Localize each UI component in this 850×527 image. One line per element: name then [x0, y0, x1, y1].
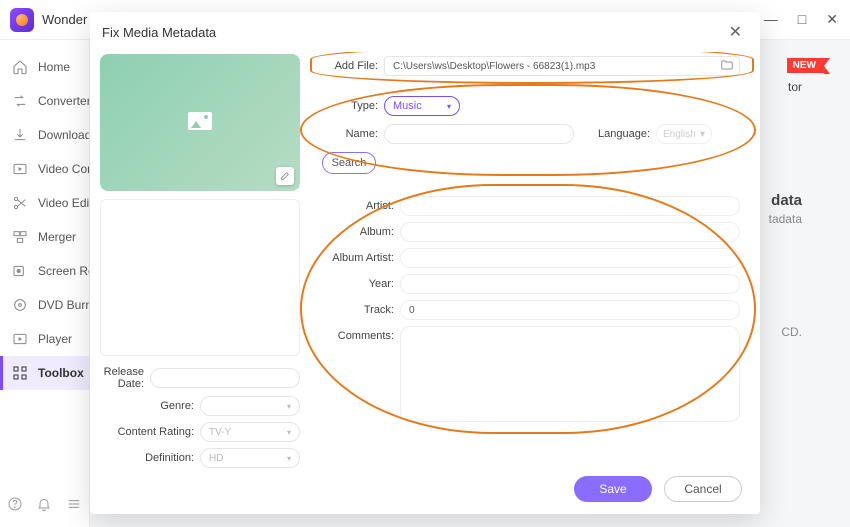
menu-icon[interactable]: [66, 496, 82, 517]
release-date-input[interactable]: [150, 368, 300, 388]
year-input[interactable]: [400, 274, 740, 294]
sidebar-item-label: Player: [38, 332, 72, 346]
release-date-label: Release Date:: [100, 366, 144, 390]
app-logo: [10, 8, 34, 32]
sidebar-item-label: DVD Burner: [38, 298, 89, 312]
chevron-down-icon: ▾: [700, 129, 705, 140]
sidebar-item-merger[interactable]: Merger: [0, 220, 89, 254]
sidebar-item-label: Video Editor: [38, 196, 89, 210]
type-select[interactable]: Music▾: [384, 96, 460, 116]
content-rating-label: Content Rating:: [100, 426, 194, 438]
bg-text: data: [771, 192, 802, 209]
genre-select[interactable]: ▾: [200, 396, 300, 416]
definition-label: Definition:: [100, 452, 194, 464]
save-button[interactable]: Save: [574, 476, 652, 502]
close-window-button[interactable]: ✕: [824, 9, 840, 30]
compressor-icon: [12, 161, 28, 177]
results-box: [100, 199, 300, 356]
app-brand: Wonder: [42, 12, 87, 27]
sidebar-item-label: Download: [38, 128, 89, 142]
name-input[interactable]: [384, 124, 574, 144]
sidebar: Home Converter Download Video Compressor…: [0, 40, 90, 527]
sidebar-item-label: Converter: [38, 94, 89, 108]
sidebar-item-screen-recorder[interactable]: Screen Recorder: [0, 254, 89, 288]
add-file-label: Add File:: [322, 60, 378, 72]
cancel-button[interactable]: Cancel: [664, 476, 742, 502]
disc-icon: [12, 297, 28, 313]
chevron-down-icon: ▾: [447, 102, 451, 111]
sidebar-item-player[interactable]: Player: [0, 322, 89, 356]
sidebar-item-download[interactable]: Download: [0, 118, 89, 152]
sidebar-item-label: Toolbox: [38, 366, 84, 380]
download-icon: [12, 127, 28, 143]
album-artist-label: Album Artist:: [322, 248, 394, 264]
fix-metadata-modal: Fix Media Metadata ✕ Release Date: Genre…: [90, 12, 760, 514]
sidebar-item-label: Video Compressor: [38, 162, 89, 176]
file-path-input[interactable]: [384, 56, 740, 76]
bg-text: CD.: [781, 325, 802, 339]
album-art-preview: [100, 54, 300, 191]
sidebar-item-home[interactable]: Home: [0, 50, 89, 84]
home-icon: [12, 59, 28, 75]
bell-icon[interactable]: [36, 496, 52, 517]
artist-label: Artist:: [322, 196, 394, 212]
close-icon[interactable]: ✕: [723, 20, 748, 44]
track-label: Track:: [322, 300, 394, 316]
minimize-button[interactable]: —: [762, 9, 780, 30]
sidebar-item-label: Screen Recorder: [38, 264, 89, 278]
comments-label: Comments:: [322, 326, 394, 342]
merger-icon: [12, 229, 28, 245]
folder-icon[interactable]: [720, 58, 734, 77]
edit-art-button[interactable]: [276, 167, 294, 185]
type-label: Type:: [322, 100, 378, 112]
chevron-down-icon: ▾: [287, 428, 291, 437]
name-label: Name:: [322, 128, 378, 140]
genre-label: Genre:: [100, 400, 194, 412]
help-icon[interactable]: [7, 496, 23, 517]
new-badge: NEW: [787, 58, 824, 73]
album-label: Album:: [322, 222, 394, 238]
sidebar-item-toolbox[interactable]: Toolbox: [0, 356, 89, 390]
player-icon: [12, 331, 28, 347]
track-input[interactable]: [400, 300, 740, 320]
year-label: Year:: [322, 274, 394, 290]
comments-input[interactable]: [400, 326, 740, 422]
converter-icon: [12, 93, 28, 109]
sidebar-item-converter[interactable]: Converter: [0, 84, 89, 118]
toolbox-icon: [12, 365, 28, 381]
sidebar-item-dvd-burner[interactable]: DVD Burner: [0, 288, 89, 322]
artist-input[interactable]: [400, 196, 740, 216]
maximize-button[interactable]: □: [796, 9, 808, 30]
sidebar-item-video-compressor[interactable]: Video Compressor: [0, 152, 89, 186]
album-artist-input[interactable]: [400, 248, 740, 268]
image-placeholder-icon: [188, 112, 212, 130]
bg-text: tor: [788, 80, 802, 94]
scissors-icon: [12, 195, 28, 211]
sidebar-item-video-editor[interactable]: Video Editor: [0, 186, 89, 220]
definition-select[interactable]: HD▾: [200, 448, 300, 468]
search-button[interactable]: Search: [322, 152, 376, 174]
sidebar-item-label: Home: [38, 60, 70, 74]
chevron-down-icon: ▾: [287, 402, 291, 411]
modal-title: Fix Media Metadata: [102, 25, 216, 40]
recorder-icon: [12, 263, 28, 279]
bg-text: tadata: [769, 212, 802, 226]
content-rating-select[interactable]: TV-Y▾: [200, 422, 300, 442]
sidebar-item-label: Merger: [38, 230, 76, 244]
chevron-down-icon: ▾: [287, 454, 291, 463]
album-input[interactable]: [400, 222, 740, 242]
language-select[interactable]: English▾: [656, 124, 712, 144]
language-label: Language:: [594, 128, 650, 140]
